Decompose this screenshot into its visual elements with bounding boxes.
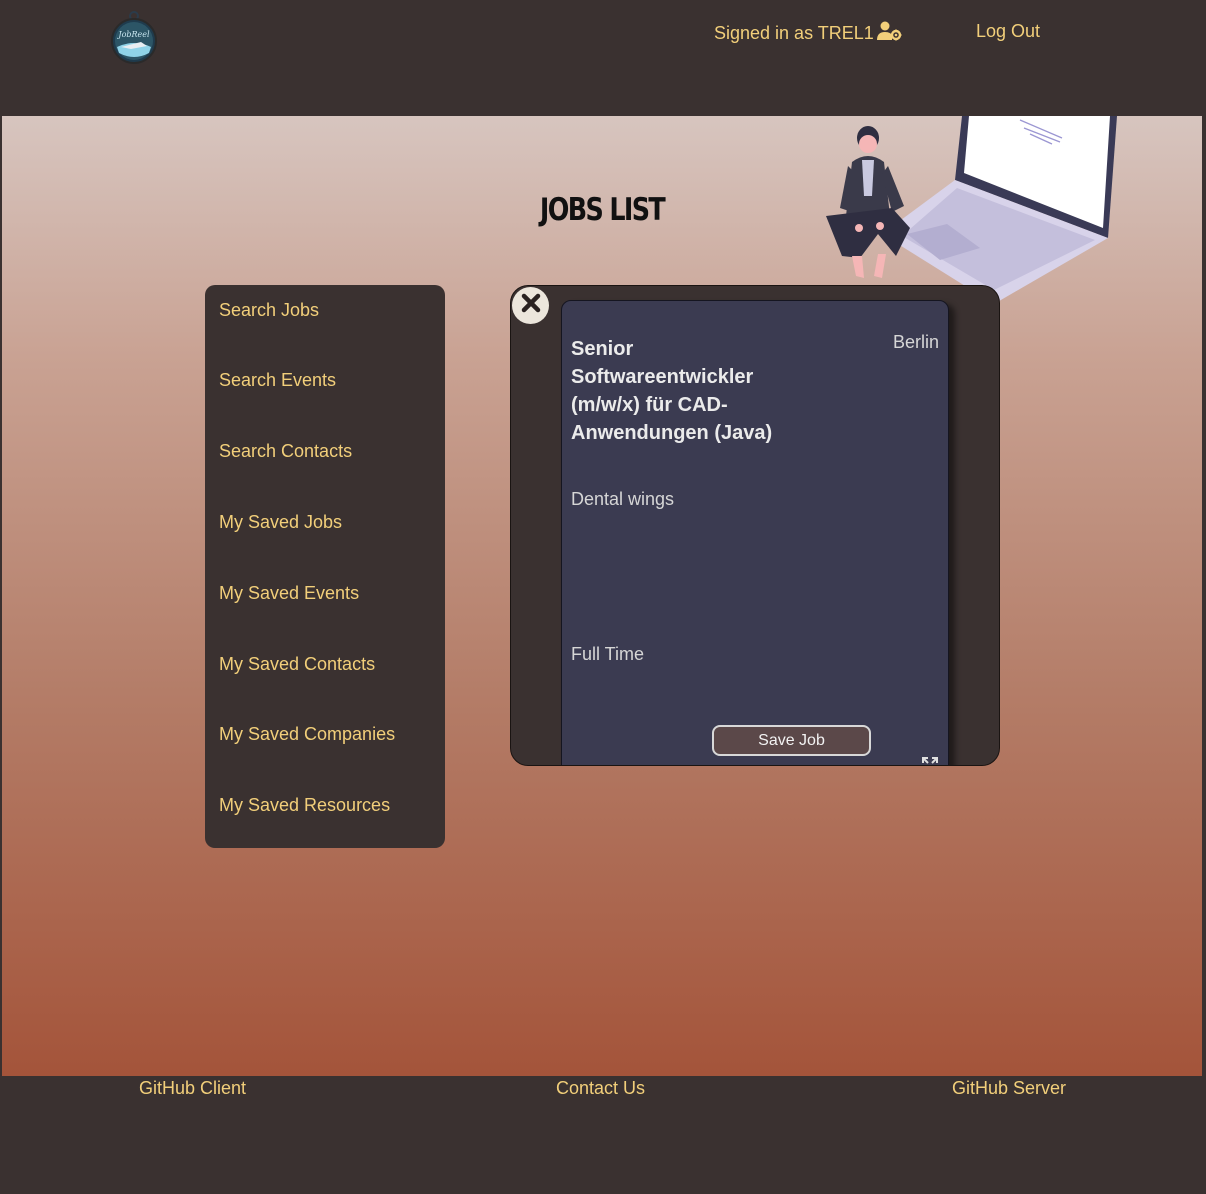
signed-in-status: Signed in as TREL1 bbox=[714, 21, 902, 46]
expand-icon[interactable] bbox=[921, 756, 939, 765]
svg-text:JobReel: JobReel bbox=[116, 30, 150, 39]
sidebar-item-my-saved-contacts[interactable]: My Saved Contacts bbox=[219, 654, 375, 675]
close-button[interactable] bbox=[512, 287, 549, 324]
sidebar: Search Jobs Search Events Search Contact… bbox=[205, 285, 445, 848]
contact-us-link[interactable]: Contact Us bbox=[556, 1078, 645, 1099]
footer: GitHub Client Contact Us GitHub Server bbox=[0, 1076, 1206, 1194]
github-client-link[interactable]: GitHub Client bbox=[139, 1078, 246, 1099]
logout-link[interactable]: Log Out bbox=[976, 21, 1040, 42]
sidebar-item-my-saved-resources[interactable]: My Saved Resources bbox=[219, 795, 390, 816]
close-icon bbox=[520, 292, 542, 319]
sidebar-item-search-events[interactable]: Search Events bbox=[219, 370, 336, 391]
job-type: Full Time bbox=[571, 644, 645, 664]
save-job-button[interactable]: Save Job bbox=[712, 725, 871, 756]
sidebar-item-search-jobs[interactable]: Search Jobs bbox=[219, 300, 319, 321]
page-title: JOBS LIST bbox=[539, 192, 666, 228]
job-detail-panel: Senior Softwareentwickler (m/w/x) für CA… bbox=[510, 285, 1000, 766]
github-server-link[interactable]: GitHub Server bbox=[952, 1078, 1066, 1099]
user-gear-icon[interactable] bbox=[876, 21, 902, 46]
jobreel-logo[interactable]: JobReel bbox=[111, 11, 157, 65]
job-company: Dental wings bbox=[571, 489, 675, 509]
sidebar-item-search-contacts[interactable]: Search Contacts bbox=[219, 441, 352, 462]
sidebar-item-my-saved-events[interactable]: My Saved Events bbox=[219, 583, 359, 604]
header: JobReel Signed in as TREL1 Log Out bbox=[0, 0, 1206, 116]
signed-in-text: Signed in as TREL1 bbox=[714, 23, 874, 43]
job-title: Senior Softwareentwickler (m/w/x) für CA… bbox=[571, 338, 773, 444]
job-card: Senior Softwareentwickler (m/w/x) für CA… bbox=[561, 300, 949, 765]
job-location: Berlin bbox=[892, 332, 939, 352]
sidebar-item-my-saved-jobs[interactable]: My Saved Jobs bbox=[219, 512, 342, 533]
sidebar-item-my-saved-companies[interactable]: My Saved Companies bbox=[219, 724, 395, 745]
